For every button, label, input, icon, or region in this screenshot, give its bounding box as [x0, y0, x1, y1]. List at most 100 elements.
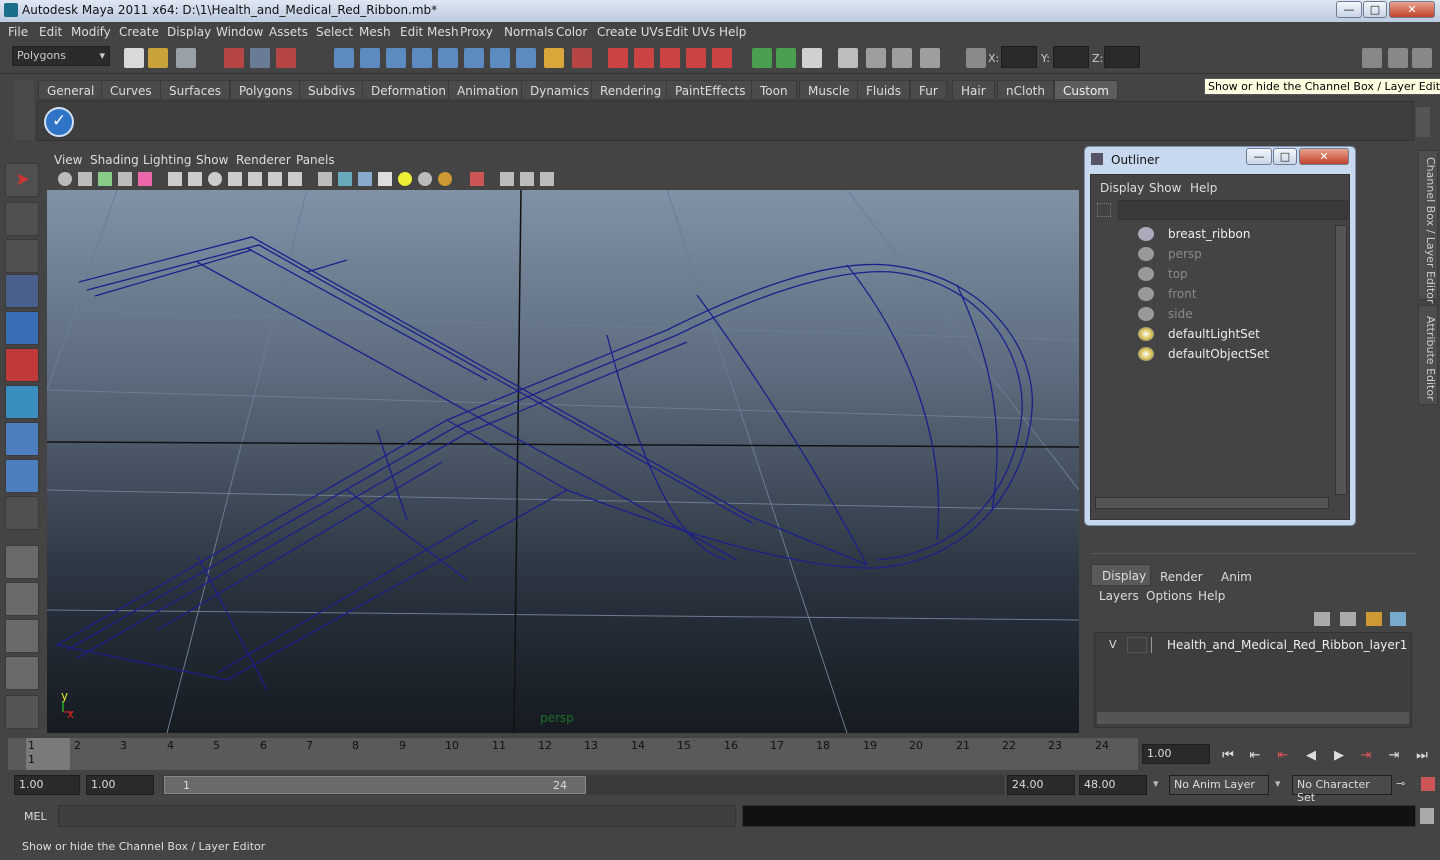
- outliner-menu-display[interactable]: Display: [1100, 181, 1144, 195]
- chevron-down-icon[interactable]: ▾: [1275, 777, 1281, 790]
- range-handle[interactable]: 1 24: [164, 776, 586, 794]
- menu-edit-mesh[interactable]: Edit Mesh: [400, 25, 459, 39]
- start-time-field[interactable]: 1.00: [14, 775, 80, 795]
- new-scene-icon[interactable]: [124, 48, 144, 68]
- shelf-tab-muscle[interactable]: Muscle: [799, 80, 859, 100]
- viewport-menu-view[interactable]: View: [54, 153, 82, 167]
- shelf-tab-fluids[interactable]: Fluids: [857, 80, 911, 100]
- shelf-tab-fur[interactable]: Fur: [910, 80, 947, 100]
- display-icon[interactable]: [866, 48, 886, 68]
- layer-color-swatch[interactable]: [1151, 637, 1165, 653]
- wire-on-shaded-icon[interactable]: [228, 172, 242, 186]
- outliner-search-field[interactable]: [1118, 200, 1348, 220]
- last-tool-icon[interactable]: [5, 496, 39, 530]
- smooth-shade-icon[interactable]: [188, 172, 202, 186]
- image-plane-icon[interactable]: [98, 172, 112, 186]
- lasso-tool-icon[interactable]: [5, 202, 39, 236]
- copy-icon[interactable]: [802, 48, 822, 68]
- time-slider[interactable]: 1 2 3 4 5 6 7 8 9 10 11 12 13 14 15 16 1…: [8, 738, 1138, 770]
- snap-curve-icon[interactable]: [360, 48, 380, 68]
- layer-type-toggle[interactable]: [1127, 637, 1147, 653]
- layer-menu-layers[interactable]: Layers: [1099, 589, 1139, 603]
- outliner-vscroll[interactable]: [1335, 225, 1347, 495]
- play-backward-icon[interactable]: ◀: [1300, 746, 1322, 766]
- shelf-tab-curves[interactable]: Curves: [101, 80, 161, 100]
- text-icon[interactable]: [288, 172, 302, 186]
- select-tool-icon[interactable]: ➤: [5, 163, 39, 197]
- viewport-menu-panels[interactable]: Panels: [296, 153, 335, 167]
- command-language-label[interactable]: MEL: [24, 810, 47, 823]
- panel-divider[interactable]: [1091, 546, 1416, 554]
- menu-select[interactable]: Select: [316, 25, 353, 39]
- key-icon[interactable]: ⊸: [1396, 777, 1405, 790]
- filter-icon[interactable]: [1097, 203, 1111, 217]
- menu-file[interactable]: File: [8, 25, 28, 39]
- outliner-layout-icon[interactable]: [5, 619, 39, 653]
- render-view-icon[interactable]: [608, 48, 628, 68]
- channel-box-side-tab[interactable]: Channel Box / Layer Editor: [1418, 150, 1438, 304]
- playback-start-field[interactable]: 1.00: [86, 775, 154, 795]
- shelf-tab-general[interactable]: General: [38, 80, 104, 100]
- shelf-tab-deformation[interactable]: Deformation: [362, 80, 455, 100]
- range-track[interactable]: 1 24: [162, 775, 1004, 795]
- grid-icon[interactable]: [118, 172, 132, 186]
- manipulator-icon[interactable]: [5, 385, 39, 419]
- menu-color[interactable]: Color: [556, 25, 587, 39]
- all-lights-icon[interactable]: [418, 172, 432, 186]
- chevron-down-icon[interactable]: ▾: [1153, 777, 1159, 790]
- cube-icon[interactable]: [338, 172, 352, 186]
- shelf-tab-menu[interactable]: [14, 80, 34, 140]
- attribute-editor-toggle-icon[interactable]: [1412, 48, 1432, 68]
- layer-row[interactable]: V Health_and_Medical_Red_Ribbon_layer1: [1099, 637, 1414, 653]
- select-highlight-icon[interactable]: [470, 172, 484, 186]
- layer-menu-options[interactable]: Options: [1146, 589, 1192, 603]
- menu-assets[interactable]: Assets: [269, 25, 308, 39]
- end-time-field[interactable]: 48.00: [1079, 775, 1147, 795]
- shelf-tab-animation[interactable]: Animation: [448, 80, 528, 100]
- anim-layer-selector[interactable]: No Anim Layer: [1169, 775, 1269, 795]
- menu-mesh[interactable]: Mesh: [359, 25, 391, 39]
- shelf-tab-subdivs[interactable]: Subdivs: [299, 80, 365, 100]
- layer-tab-render[interactable]: Render: [1154, 566, 1209, 588]
- snap-point-icon[interactable]: [386, 48, 406, 68]
- preferences-icon[interactable]: [1421, 777, 1435, 791]
- layer-tab-anim[interactable]: Anim: [1215, 566, 1258, 588]
- graph-layout-icon[interactable]: [5, 656, 39, 690]
- shelf-tab-rendering[interactable]: Rendering: [591, 80, 671, 100]
- relative-mode-icon[interactable]: [776, 48, 796, 68]
- scale-tool-icon[interactable]: [5, 348, 39, 382]
- shelf-tab-hair[interactable]: Hair: [952, 80, 995, 100]
- character-set-selector[interactable]: No Character Set: [1292, 775, 1392, 804]
- transform-field-icon[interactable]: [966, 48, 986, 68]
- ipr-render-icon[interactable]: [660, 48, 680, 68]
- film-gate-icon[interactable]: [138, 172, 152, 186]
- command-input[interactable]: [58, 805, 736, 827]
- z-field[interactable]: [1104, 46, 1140, 68]
- menu-edit[interactable]: Edit: [39, 25, 62, 39]
- create-layer-icon[interactable]: [1366, 612, 1382, 626]
- minimize-button[interactable]: —: [1336, 1, 1362, 18]
- layer-selected-icon[interactable]: [1340, 612, 1356, 626]
- resolution-gate-icon[interactable]: [520, 172, 534, 186]
- layer-name[interactable]: Health_and_Medical_Red_Ribbon_layer1: [1167, 638, 1407, 652]
- viewport-menu-show[interactable]: Show: [196, 153, 228, 167]
- shelf-tab-surfaces[interactable]: Surfaces: [160, 80, 230, 100]
- select-hierarchy-icon[interactable]: [224, 48, 244, 68]
- go-to-start-icon[interactable]: ⏮: [1217, 746, 1239, 766]
- layer-tab-display[interactable]: Display: [1091, 564, 1151, 586]
- checkmark-icon[interactable]: ✓: [44, 107, 74, 137]
- menu-normals[interactable]: Normals: [504, 25, 554, 39]
- select-by-name-icon[interactable]: [572, 48, 592, 68]
- render-settings-icon[interactable]: [686, 48, 706, 68]
- viewport-menu-renderer[interactable]: Renderer: [236, 153, 291, 167]
- wireframe-icon[interactable]: [168, 172, 182, 186]
- channel-box-toggle-icon[interactable]: [1362, 48, 1382, 68]
- menu-help[interactable]: Help: [719, 25, 746, 39]
- layer-menu-help[interactable]: Help: [1198, 589, 1225, 603]
- soft-mod-icon[interactable]: [5, 422, 39, 456]
- backface-icon[interactable]: [500, 172, 514, 186]
- snap-surface-icon[interactable]: [438, 48, 458, 68]
- outliner-minimize-button[interactable]: —: [1246, 148, 1272, 165]
- help-icon[interactable]: [516, 48, 536, 68]
- single-pane-icon[interactable]: [5, 545, 39, 579]
